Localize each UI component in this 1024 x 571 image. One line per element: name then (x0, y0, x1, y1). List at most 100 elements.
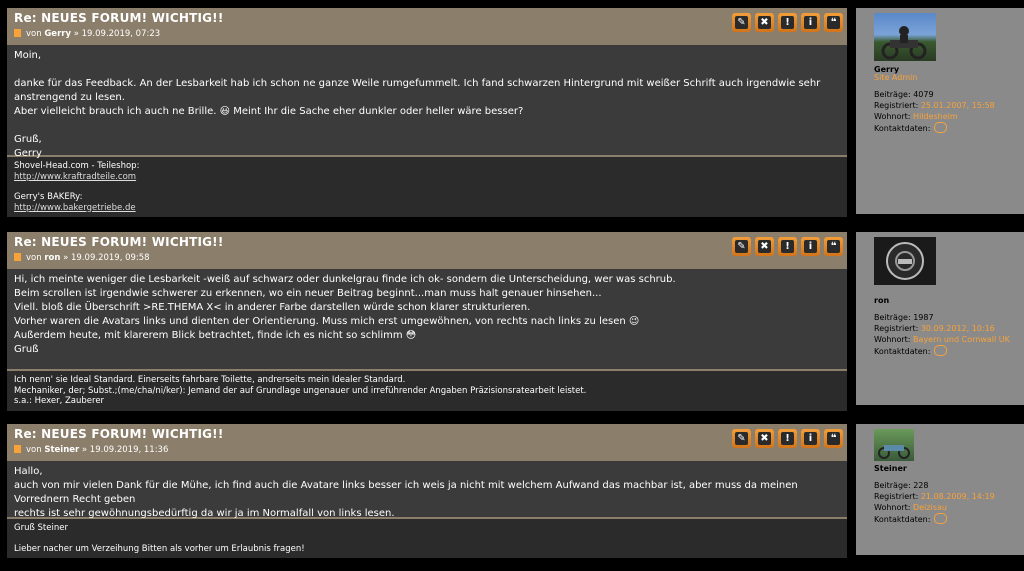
signature-line: Gruß Steiner (14, 523, 68, 533)
report-button[interactable]: ! (778, 13, 797, 32)
post-icon (14, 29, 21, 37)
quote-button[interactable]: ❝ (824, 237, 843, 256)
post-icon (14, 445, 21, 453)
close-icon: ✖ (758, 240, 771, 253)
post-text-line: Gruß, (14, 134, 42, 145)
signature-link[interactable]: http://www.kraftradteile.com (14, 172, 136, 182)
avatar[interactable] (874, 429, 914, 461)
post-date: » 19.09.2019, 07:23 (73, 29, 161, 39)
info-button[interactable]: i (801, 13, 820, 32)
pencil-icon: ✎ (735, 16, 748, 29)
registered-label: Registriert: (874, 492, 919, 501)
speech-bubble-icon[interactable] (934, 345, 948, 356)
post-content: Hallo, auch von mir vielen Dank für die … (7, 461, 847, 519)
motorcycle-icon (881, 26, 927, 60)
delete-button[interactable]: ✖ (755, 237, 774, 256)
posts-label: Beiträge: (874, 90, 911, 99)
posts-count: 4079 (913, 90, 934, 99)
user-rank: Site Admin (874, 73, 918, 82)
profile-panel: ron Beiträge: 1987 Registriert: 30.09.20… (856, 232, 1024, 405)
user-stats: Beiträge: 1987 Registriert: 30.09.2012, … (874, 312, 1010, 357)
signature-line: s.a.: Hexer, Zauberer (14, 396, 105, 406)
location-label: Wohnort: (874, 335, 911, 344)
author-link[interactable]: Steiner (44, 445, 79, 455)
post-byline: von Steiner » 19.09.2019, 11:36 (14, 445, 168, 455)
registered-date: 21.08.2009, 14:19 (920, 492, 995, 501)
location-label: Wohnort: (874, 112, 911, 121)
info-button[interactable]: i (801, 429, 820, 448)
post-byline: von Gerry » 19.09.2019, 07:23 (14, 29, 160, 39)
location-label: Wohnort: (874, 503, 911, 512)
contact-label: Kontaktdaten: (874, 515, 931, 524)
close-icon: ✖ (758, 16, 771, 29)
delete-button[interactable]: ✖ (755, 429, 774, 448)
exclamation-icon: ! (781, 16, 794, 29)
quote-button[interactable]: ❝ (824, 13, 843, 32)
quote-icon: ❝ (827, 240, 840, 253)
pencil-icon: ✎ (735, 240, 748, 253)
avatar[interactable] (874, 237, 936, 285)
location-value: Deizisau (913, 503, 947, 512)
profile-panel: Steiner Beiträge: 228 Registriert: 21.08… (856, 424, 1024, 555)
edit-button[interactable]: ✎ (732, 429, 751, 448)
author-link[interactable]: Gerry (44, 29, 71, 39)
signature-line: Mechaniker, der; Subst.;(me/cha/ni/ker):… (14, 385, 587, 396)
signature-line: Ich nenn' sie Ideal Standard. Einerseits… (14, 375, 406, 385)
info-button[interactable]: i (801, 237, 820, 256)
profile-panel: Gerry Site Admin Beiträge: 4079 Registri… (856, 8, 1024, 214)
registered-date: 25.01.2007, 15:58 (920, 101, 995, 110)
posts-label: Beiträge: (874, 313, 911, 322)
signature-link[interactable]: http://www.bakergetriebe.de (14, 203, 136, 213)
signature-line: Lieber nacher um Verzeihung Bitten als v… (14, 543, 305, 554)
registered-date: 30.09.2012, 10:16 (920, 324, 995, 333)
close-icon: ✖ (758, 432, 771, 445)
report-button[interactable]: ! (778, 237, 797, 256)
signature: Gruß Steiner Lieber nacher um Verzeihung… (7, 519, 847, 558)
post-text-line: Aber vielleicht brauch ich auch ne Brill… (14, 106, 524, 117)
quote-button[interactable]: ❝ (824, 429, 843, 448)
user-stats: Beiträge: 4079 Registriert: 25.01.2007, … (874, 89, 995, 134)
username[interactable]: Steiner (874, 464, 907, 473)
exclamation-icon: ! (781, 240, 794, 253)
speech-bubble-icon[interactable] (934, 122, 948, 133)
avatar[interactable] (874, 13, 936, 61)
post-buttons: ✎ ✖ ! i ❝ (732, 429, 843, 448)
post-body-panel: Re: NEUES FORUM! WICHTIG!! von ron » 19.… (7, 232, 847, 411)
post-byline: von ron » 19.09.2019, 09:58 (14, 253, 150, 263)
quote-icon: ❝ (827, 432, 840, 445)
post-text-line: Hallo, (14, 466, 43, 477)
motorcycle-icon (878, 445, 910, 459)
contact-label: Kontaktdaten: (874, 347, 931, 356)
edit-button[interactable]: ✎ (732, 237, 751, 256)
location-value: Bayern und Cornwall UK (913, 335, 1010, 344)
posts-label: Beiträge: (874, 481, 911, 490)
speech-bubble-icon[interactable] (934, 513, 948, 524)
delete-button[interactable]: ✖ (755, 13, 774, 32)
post-text-line: Vorher waren die Avatars links und dient… (14, 316, 640, 327)
post-icon (14, 253, 21, 261)
post-buttons: ✎ ✖ ! i ❝ (732, 13, 843, 32)
pencil-icon: ✎ (735, 432, 748, 445)
post-title[interactable]: Re: NEUES FORUM! WICHTIG!! (14, 11, 224, 25)
signature: Ich nenn' sie Ideal Standard. Einerseits… (7, 371, 847, 411)
location-value: Hildesheim (913, 112, 958, 121)
report-button[interactable]: ! (778, 429, 797, 448)
author-link[interactable]: ron (44, 253, 60, 263)
post-title[interactable]: Re: NEUES FORUM! WICHTIG!! (14, 235, 224, 249)
byline-prefix: von (26, 29, 42, 39)
exclamation-icon: ! (781, 432, 794, 445)
post-title[interactable]: Re: NEUES FORUM! WICHTIG!! (14, 427, 224, 441)
signature: Shovel-Head.com - Teileshop: http://www.… (7, 157, 847, 217)
signature-line: Shovel-Head.com - Teileshop: (14, 161, 140, 171)
post-header: Re: NEUES FORUM! WICHTIG!! von ron » 19.… (7, 232, 847, 269)
post-header: Re: NEUES FORUM! WICHTIG!! von Gerry » 1… (7, 8, 847, 45)
post-content: Hi, ich meinte weniger die Lesbarkeit -w… (7, 269, 847, 369)
registered-label: Registriert: (874, 324, 919, 333)
byline-prefix: von (26, 445, 42, 455)
post-text-line: Viell. bloß die Überschrift >RE.THEMA X<… (14, 302, 531, 313)
robot-icon (886, 242, 924, 280)
username[interactable]: ron (874, 296, 889, 305)
post-1: Re: NEUES FORUM! WICHTIG!! von Gerry » 1… (7, 8, 1024, 217)
edit-button[interactable]: ✎ (732, 13, 751, 32)
post-text-line: Hi, ich meinte weniger die Lesbarkeit -w… (14, 274, 676, 285)
